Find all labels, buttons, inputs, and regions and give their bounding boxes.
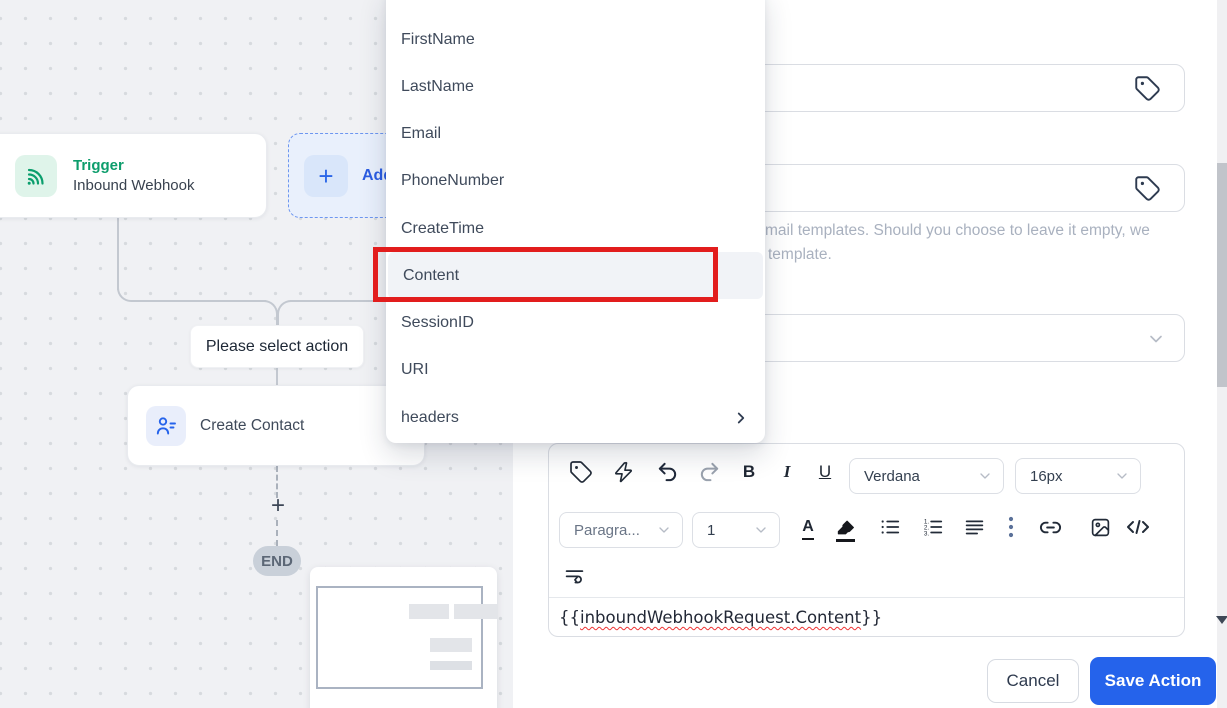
end-badge: END bbox=[253, 546, 301, 576]
tag-variable-icon[interactable] bbox=[1134, 75, 1161, 102]
webhook-broadcast-icon bbox=[15, 154, 57, 197]
preview-block bbox=[430, 661, 472, 670]
highlight-color-bar bbox=[835, 539, 855, 542]
underline-button[interactable]: U bbox=[813, 460, 837, 484]
chevron-right-icon bbox=[732, 409, 750, 427]
dropdown-item-uri[interactable]: URI bbox=[386, 346, 765, 393]
font-size-select[interactable]: 16px bbox=[1015, 458, 1141, 494]
dropdown-item-lastname[interactable]: LastName bbox=[386, 63, 765, 110]
redo-icon[interactable] bbox=[695, 458, 723, 486]
paragraph-style-select[interactable]: Paragra... bbox=[559, 512, 683, 548]
bold-button[interactable]: B bbox=[737, 460, 761, 484]
contact-person-icon bbox=[146, 405, 186, 446]
variable-dropdown-menu: type FirstName LastName Email PhoneNumbe… bbox=[386, 0, 765, 443]
preview-block bbox=[409, 604, 449, 619]
chevron-down-icon bbox=[753, 522, 769, 538]
merge-variable: inboundWebhookRequest.Content bbox=[580, 608, 862, 627]
link-icon[interactable] bbox=[1037, 514, 1063, 540]
wrap-text-icon[interactable] bbox=[561, 562, 587, 588]
trigger-node-subtitle: Inbound Webhook bbox=[73, 177, 195, 194]
dropdown-item-sessionid[interactable]: SessionID bbox=[386, 299, 765, 346]
preview-block bbox=[430, 638, 472, 652]
save-action-button[interactable]: Save Action bbox=[1090, 657, 1216, 705]
select-action-prompt: Please select action bbox=[190, 325, 364, 368]
font-family-select[interactable]: Verdana bbox=[849, 458, 1004, 494]
image-icon[interactable] bbox=[1087, 514, 1113, 540]
more-options-icon[interactable] bbox=[1005, 512, 1017, 542]
undo-icon[interactable] bbox=[653, 458, 681, 486]
line-height-select[interactable]: 1 bbox=[692, 512, 780, 548]
chevron-down-icon bbox=[977, 468, 993, 484]
dropdown-item-firstname[interactable]: FirstName bbox=[386, 16, 765, 63]
code-icon[interactable] bbox=[1124, 514, 1152, 540]
numbered-list-icon[interactable]: 1. 2. 3. bbox=[920, 514, 946, 540]
scrollbar-thumb[interactable] bbox=[1217, 163, 1227, 387]
template-preview-card[interactable] bbox=[310, 567, 498, 708]
connector-curve bbox=[277, 300, 291, 326]
trigger-node-title: Trigger bbox=[73, 157, 124, 174]
italic-button[interactable]: I bbox=[775, 460, 799, 484]
bullet-list-icon[interactable] bbox=[877, 514, 903, 540]
cancel-button[interactable]: Cancel bbox=[987, 659, 1079, 703]
dropdown-item-phonenumber[interactable]: PhoneNumber bbox=[386, 157, 765, 204]
connector-dashed bbox=[276, 520, 278, 546]
text-color-button[interactable]: A bbox=[797, 514, 819, 540]
workflow-builder-screen: + Trigger Inbound Webhook + Add Please s… bbox=[0, 0, 1227, 708]
dropdown-item-createtime[interactable]: CreateTime bbox=[386, 205, 765, 252]
trigger-node[interactable]: Trigger Inbound Webhook bbox=[0, 133, 267, 218]
connector-curve bbox=[117, 276, 133, 302]
template-preview-frame bbox=[316, 586, 498, 689]
highlight-color-button[interactable] bbox=[833, 514, 857, 542]
connector-line bbox=[132, 300, 266, 302]
tag-variable-icon[interactable] bbox=[1134, 175, 1161, 202]
rich-text-editor: B I U Verdana 16px Paragra... 1 A 1. 2. … bbox=[548, 443, 1185, 637]
chevron-down-icon bbox=[1146, 329, 1166, 349]
editor-divider bbox=[549, 597, 1184, 598]
dropdown-item-email[interactable]: Email bbox=[386, 110, 765, 157]
scrollbar-down-arrow[interactable] bbox=[1216, 616, 1227, 624]
plus-icon: + bbox=[304, 154, 348, 197]
text-color-bar bbox=[802, 537, 814, 540]
create-contact-label: Create Contact bbox=[200, 416, 305, 434]
lightning-icon[interactable] bbox=[609, 458, 637, 486]
chevron-down-icon bbox=[1114, 468, 1130, 484]
tag-variable-icon[interactable] bbox=[567, 458, 595, 486]
svg-text:3.: 3. bbox=[924, 530, 930, 537]
helper-text-line1: mail templates. Should you choose to lea… bbox=[765, 222, 1150, 239]
editor-content[interactable]: {{inboundWebhookRequest.Content}} bbox=[559, 608, 882, 627]
preview-block bbox=[454, 604, 498, 619]
dropdown-item-content[interactable]: Content bbox=[388, 252, 763, 299]
helper-text-line2: template. bbox=[768, 246, 832, 263]
add-step-plus[interactable]: + bbox=[266, 492, 290, 520]
create-contact-node[interactable]: Create Contact bbox=[127, 385, 425, 466]
connector-line bbox=[290, 300, 386, 302]
align-text-icon[interactable] bbox=[961, 514, 987, 540]
dropdown-item-partial[interactable]: type bbox=[401, 0, 501, 4]
chevron-down-icon bbox=[656, 522, 672, 538]
dropdown-item-headers[interactable]: headers bbox=[386, 394, 765, 441]
